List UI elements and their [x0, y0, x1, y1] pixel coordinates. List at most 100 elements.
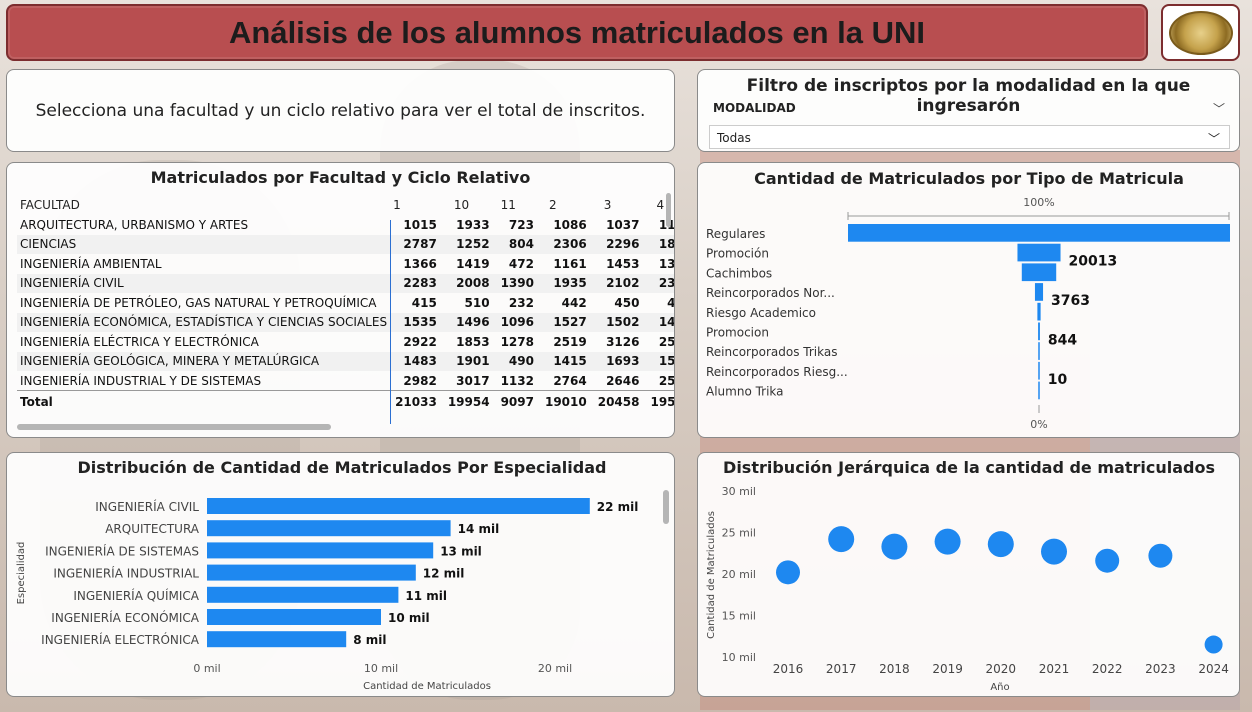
x-tick-label: 2023	[1145, 662, 1176, 676]
column-header[interactable]: 3	[590, 195, 643, 215]
page-title: Análisis de los alumnos matriculados en …	[229, 14, 925, 50]
x-tick-label: 2016	[773, 662, 804, 676]
cell[interactable]: 510	[440, 293, 493, 313]
row-header-divider	[390, 220, 391, 424]
cell[interactable]: 1252	[439, 234, 493, 254]
cell[interactable]: 1933	[440, 215, 493, 235]
cell[interactable]: 437	[642, 293, 674, 313]
cell[interactable]: 2519	[537, 332, 590, 352]
cell[interactable]: 1366	[387, 254, 440, 274]
modalidad-filter-card: Filtro de inscriptos por la modalidad en…	[697, 69, 1240, 152]
cell[interactable]: 1853	[440, 332, 493, 352]
chart-title: Distribución de Cantidad de Matriculados…	[78, 458, 607, 477]
cell[interactable]: 804	[492, 234, 537, 254]
y-axis-label: Cantidad de Matriculados	[706, 511, 717, 639]
hierarchy-chart-card: Distribución Jerárquica de la cantidad d…	[697, 452, 1240, 697]
cell[interactable]: 1086	[537, 215, 590, 235]
cell[interactable]: 2008	[439, 273, 493, 293]
cell[interactable]: 490	[492, 351, 537, 371]
x-tick-label: 10 mil	[364, 662, 398, 675]
cell[interactable]: 3017	[440, 371, 493, 391]
cell[interactable]: 1532	[642, 351, 674, 371]
cell[interactable]: 1278	[493, 332, 537, 352]
bar	[207, 564, 416, 581]
cell[interactable]: 2764	[537, 371, 590, 391]
cell[interactable]: 2102	[589, 273, 643, 293]
cell[interactable]: 1419	[440, 254, 493, 274]
cell[interactable]: 232	[493, 293, 537, 313]
scatter-point	[1095, 548, 1120, 573]
cell[interactable]: 2296	[589, 234, 643, 254]
modalidad-dropdown[interactable]: Todas ﹀	[709, 125, 1230, 149]
funnel-bottom-label: 0%	[1030, 418, 1047, 431]
cell[interactable]: 1466	[642, 312, 674, 332]
cell[interactable]: 1502	[589, 312, 643, 332]
scatter-point	[1041, 538, 1067, 565]
bar	[207, 631, 347, 648]
cell[interactable]: 1015	[387, 215, 440, 235]
instructions-card: Selecciona una facultad y un ciclo relat…	[6, 69, 675, 152]
table-row[interactable]: INGENIERÍA ECONÓMICA, ESTADÍSTICA Y CIEN…	[17, 312, 674, 332]
column-header[interactable]: 10	[440, 195, 493, 215]
cell[interactable]: 1161	[537, 254, 590, 274]
cell[interactable]: 2922	[387, 332, 440, 352]
cell[interactable]: 2646	[590, 371, 643, 391]
cell[interactable]: 1841	[642, 234, 674, 254]
table-row[interactable]: INGENIERÍA CIVIL228320081390193521022360	[17, 273, 674, 293]
cell[interactable]: 1392	[642, 254, 674, 274]
cell[interactable]: 1415	[536, 351, 590, 371]
cell[interactable]: 2982	[387, 371, 440, 391]
cell[interactable]: 450	[590, 293, 643, 313]
row-facultad: INGENIERÍA CIVIL	[17, 273, 388, 293]
chevron-down-icon[interactable]: ﹀	[1208, 130, 1220, 147]
table-row[interactable]: INGENIERÍA ELÉCTRICA Y ELECTRÓNICA 2922 18…	[17, 332, 674, 352]
column-header[interactable]: 11	[493, 195, 537, 215]
cell[interactable]: 1935	[536, 273, 590, 293]
cell[interactable]: 1096	[492, 312, 537, 332]
table-row[interactable]: ARQUITECTURA, URBANISMO Y ARTES 1015 1933 7…	[17, 215, 674, 235]
cell[interactable]: 1693	[589, 351, 643, 371]
cell[interactable]: 1132	[493, 371, 537, 391]
collapse-chevron-icon[interactable]: ﹀	[1213, 100, 1225, 117]
cell[interactable]: 2360	[642, 273, 674, 293]
column-header[interactable]: 2	[537, 195, 590, 215]
funnel-category-label: Alumno Trika	[706, 385, 784, 399]
cell[interactable]: 1496	[439, 312, 493, 332]
total-row: Total21033199549097190102045819522	[17, 390, 674, 413]
column-header-facultad[interactable]: FACULTAD	[17, 195, 387, 215]
table-row[interactable]: INGENIERÍA INDUSTRIAL Y DE SISTEMAS 2982 3…	[17, 371, 674, 391]
cell[interactable]: 1901	[439, 351, 493, 371]
table-row[interactable]: INGENIERÍA AMBIENTAL 1366 1419 472 1161 1453 1…	[17, 254, 674, 274]
funnel-chart-card: Cantidad de Matriculados por Tipo de Mat…	[697, 162, 1240, 438]
cell[interactable]: 1483	[387, 351, 440, 371]
funnel-bar	[1017, 243, 1061, 262]
table-row[interactable]: CIENCIAS27871252804230622961841	[17, 234, 674, 254]
x-tick-label: 0 mil	[193, 662, 220, 675]
cell[interactable]: 723	[493, 215, 537, 235]
cell[interactable]: 2283	[387, 273, 440, 293]
column-header[interactable]: 1	[387, 195, 440, 215]
cell[interactable]: 2787	[387, 234, 440, 254]
vertical-scrollbar[interactable]	[666, 193, 671, 227]
row-facultad: INGENIERÍA ECONÓMICA, ESTADÍSTICA Y CIEN…	[17, 312, 388, 332]
cell[interactable]: 2547	[642, 332, 674, 352]
cell[interactable]: 2306	[536, 234, 590, 254]
cell[interactable]: 1535	[387, 312, 440, 332]
table-row[interactable]: INGENIERÍA GEOLÓGICA, MINERA Y METALÚRGI…	[17, 351, 674, 371]
horizontal-scrollbar[interactable]	[17, 424, 331, 430]
cell[interactable]: 1390	[492, 273, 537, 293]
cell[interactable]: 442	[537, 293, 590, 313]
cell[interactable]: 472	[493, 254, 537, 274]
page-title-bar: Análisis de los alumnos matriculados en …	[6, 4, 1148, 61]
bar-data-label: 12 mil	[423, 567, 465, 581]
cell[interactable]: 2500	[642, 371, 674, 391]
x-tick-label: 2021	[1039, 662, 1070, 676]
cell[interactable]: 1453	[590, 254, 643, 274]
cell[interactable]: 1037	[590, 215, 643, 235]
cell[interactable]: 1527	[536, 312, 590, 332]
cell[interactable]: 3126	[590, 332, 643, 352]
instructions-text: Selecciona una facultad y un ciclo relat…	[35, 100, 646, 121]
y-tick-label: 20 mil	[722, 568, 756, 581]
table-row[interactable]: INGENIERÍA DE PETRÓLEO, GAS NATURAL Y PE…	[17, 293, 674, 313]
cell[interactable]: 415	[387, 293, 440, 313]
